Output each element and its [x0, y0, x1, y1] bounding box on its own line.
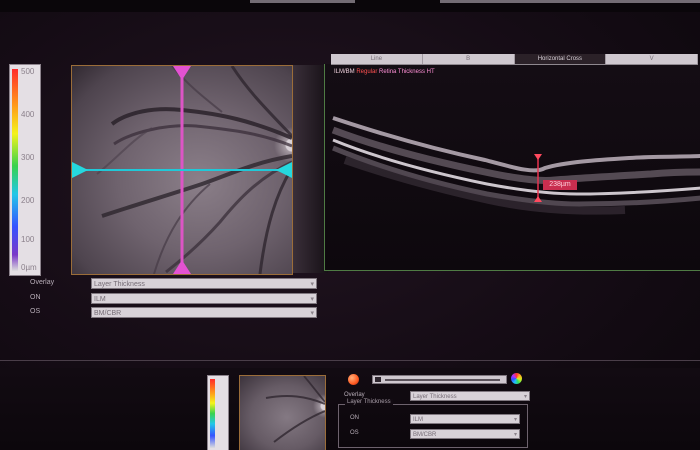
layer-thickness-group: Layer Thickness — [338, 399, 528, 448]
fundus-image[interactable] — [71, 65, 293, 275]
dropdown-arrow-icon: ▾ — [310, 310, 314, 317]
tab-b[interactable]: B — [423, 54, 515, 64]
mini-on-label: ON — [350, 415, 359, 421]
dropdown-arrow-icon: ▾ — [513, 417, 517, 423]
dropdown-arrow-icon: ▾ — [513, 432, 517, 438]
legend-retina-thickness: Retina Thickness HT — [379, 69, 435, 75]
mini-os-select[interactable]: BM/CBR ▾ — [410, 429, 520, 439]
oct-scan-panel[interactable] — [324, 64, 700, 271]
scale-tick-200: 200 — [21, 196, 35, 205]
legend-regular: Regular — [356, 69, 378, 75]
mini-overlay-value: Layer Thickness — [413, 394, 457, 400]
scale-tick-0: 0µm — [21, 263, 37, 272]
tab-horizontal-cross[interactable]: Horizontal Cross — [514, 54, 607, 64]
scale-tick-100: 100 — [21, 235, 35, 244]
overlay-select-value: Layer Thickness — [94, 281, 145, 288]
thickness-measurement-badge: 238µm — [543, 180, 577, 190]
dropdown-arrow-icon: ▾ — [310, 296, 314, 303]
oct-bscan-svg — [331, 116, 700, 215]
scale-tick-500: 500 — [21, 67, 35, 76]
mini-thickness-scale — [207, 375, 229, 450]
top-menu-bar — [0, 0, 700, 12]
legend-prefix: ILM/BM — [334, 69, 355, 75]
dropdown-arrow-icon: ▾ — [310, 281, 314, 288]
mini-on-value: ILM — [413, 417, 424, 423]
scale-tick-300: 300 — [21, 153, 35, 162]
os-select-value: BM/CBR — [94, 310, 122, 317]
brightness-slider[interactable] — [372, 375, 507, 384]
dropdown-arrow-icon: ▾ — [523, 394, 527, 400]
oct-legend: ILM/BM Regular Retina Thickness HT — [334, 69, 435, 75]
top-bar-segment-right — [440, 0, 700, 3]
on-select[interactable]: ILM ▾ — [91, 293, 317, 304]
slider-track — [385, 379, 500, 381]
thickness-scale: 500 400 300 200 100 0µm — [9, 64, 41, 276]
fundus-overlay-svg — [72, 66, 292, 274]
mini-overlay-select[interactable]: Layer Thickness ▾ — [410, 391, 530, 401]
group-title: Layer Thickness — [345, 399, 393, 405]
on-label: ON — [30, 294, 41, 301]
mini-on-select[interactable]: ILM ▾ — [410, 414, 520, 424]
top-bar-segment-left — [250, 0, 355, 3]
color-palette-icon[interactable] — [511, 373, 522, 384]
os-label: OS — [30, 308, 41, 315]
oct-view-tabs: Line B Horizontal Cross V — [331, 54, 698, 65]
fundus-side-strip — [293, 65, 328, 273]
record-indicator-icon[interactable] — [348, 374, 359, 385]
overlay-label: Overlay — [30, 279, 55, 286]
overlay-select[interactable]: Layer Thickness ▾ — [91, 278, 317, 289]
mini-os-value: BM/CBR — [413, 432, 437, 438]
slider-thumb[interactable] — [375, 377, 381, 382]
tab-line[interactable]: Line — [331, 54, 423, 64]
oct-viewer-screen: 500 400 300 200 100 0µm Overlay Layer Th… — [0, 0, 700, 450]
scale-tick-400: 400 — [21, 110, 35, 119]
mini-fundus-image[interactable] — [239, 375, 326, 450]
panel-divider — [0, 360, 700, 361]
on-select-value: ILM — [94, 296, 106, 303]
thickness-scale-gradient — [12, 69, 18, 271]
mini-fundus-svg — [265, 376, 325, 443]
mini-thickness-gradient — [210, 379, 215, 448]
os-select[interactable]: BM/CBR ▾ — [91, 307, 317, 318]
mini-overlay-label: Overlay — [344, 392, 365, 398]
mini-os-label: OS — [350, 430, 359, 436]
tab-v[interactable]: V — [606, 54, 698, 64]
